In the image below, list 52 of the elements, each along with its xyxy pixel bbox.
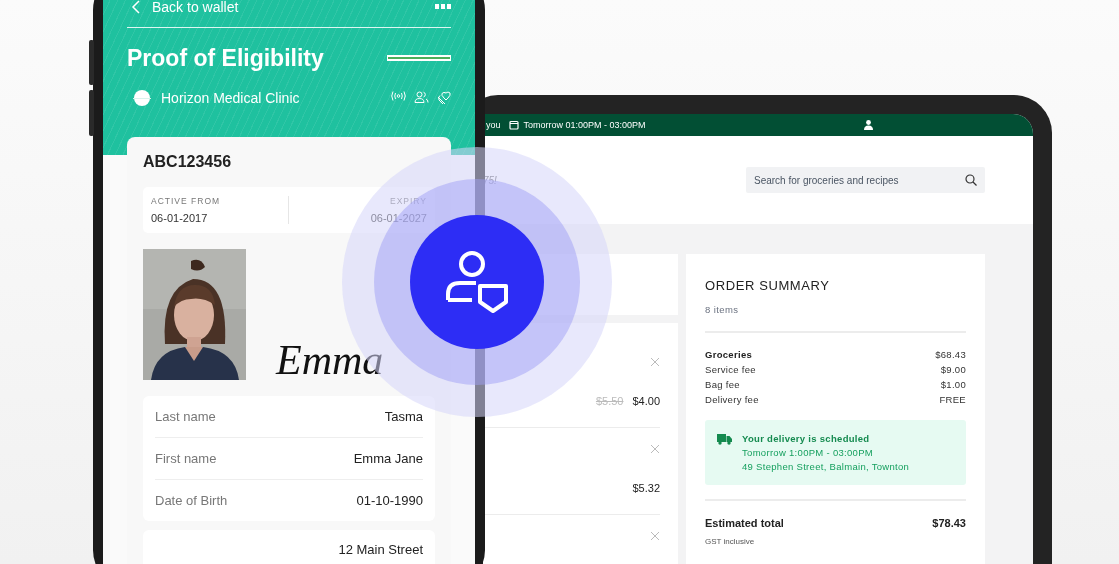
- truck-icon: [717, 433, 732, 445]
- issuer-name: Horizon Medical Clinic: [161, 90, 300, 106]
- more-icon[interactable]: [435, 4, 451, 10]
- fee-value: FREE: [939, 393, 966, 407]
- address-value: 12 Main Street: [338, 542, 423, 559]
- fee-value: $68.43: [935, 348, 966, 362]
- date-label: EXPIRY: [389, 196, 427, 206]
- fee-value: $9.00: [940, 363, 966, 377]
- delivery-time: Tomorrow 1:00PM - 03:00PM: [742, 447, 875, 458]
- signature: Emma: [276, 338, 384, 382]
- field-value: Tasma: [384, 409, 423, 424]
- user-shield-icon: [444, 250, 510, 314]
- people-icon: [414, 91, 429, 103]
- item-count: 8 items: [705, 304, 740, 315]
- card-number: ABC123456: [143, 153, 233, 171]
- field-value: Emma Jane: [353, 451, 423, 466]
- fee-label: Bag fee: [705, 378, 740, 392]
- date-label: ACTIVE FROM: [151, 196, 222, 206]
- total-value: $78.43: [932, 517, 966, 529]
- signal-icon: [391, 91, 406, 101]
- close-icon[interactable]: [650, 531, 660, 541]
- fee-label: Groceries: [705, 348, 753, 362]
- heart-icon: [437, 91, 451, 105]
- field-label: Last name: [155, 409, 216, 424]
- date-value: 06-01-2027: [370, 212, 427, 224]
- user-icon[interactable]: [864, 120, 873, 130]
- field-label: First name: [155, 451, 217, 466]
- date-value: 06-01-2017: [151, 212, 209, 224]
- item-price: $4.00: [632, 395, 660, 407]
- old-price: $5.50: [595, 395, 624, 407]
- search-field[interactable]: Search for groceries and recipes: [746, 167, 985, 193]
- card-title: Proof of Eligibility: [127, 44, 324, 72]
- field-value: 01-10-1990: [356, 493, 423, 508]
- field-label: Date of Birth: [155, 493, 228, 508]
- calendar-icon: [508, 120, 519, 130]
- total-label: Estimated total: [705, 517, 784, 529]
- summary-title: ORDER SUMMARY: [705, 278, 831, 293]
- close-icon[interactable]: [650, 357, 660, 367]
- stripe-mark: [387, 55, 451, 61]
- delivery-label: you: [486, 120, 501, 130]
- fee-label: Service fee: [705, 363, 756, 377]
- tax-note: GST inclusive: [705, 537, 756, 546]
- delivery-address: 49 Stephen Street, Balmain, Townton: [742, 461, 910, 472]
- back-icon[interactable]: [131, 0, 140, 14]
- logo-icon: [133, 89, 151, 107]
- delivery-time: Tomorrow 01:00PM - 03:00PM: [523, 120, 646, 130]
- fee-value: $1.00: [940, 378, 966, 392]
- delivery-title: Your delivery is scheduled: [742, 433, 871, 444]
- close-icon[interactable]: [650, 444, 660, 454]
- fee-label: Delivery fee: [705, 393, 759, 407]
- search-icon[interactable]: [965, 174, 977, 186]
- item-price: $5.32: [632, 482, 660, 494]
